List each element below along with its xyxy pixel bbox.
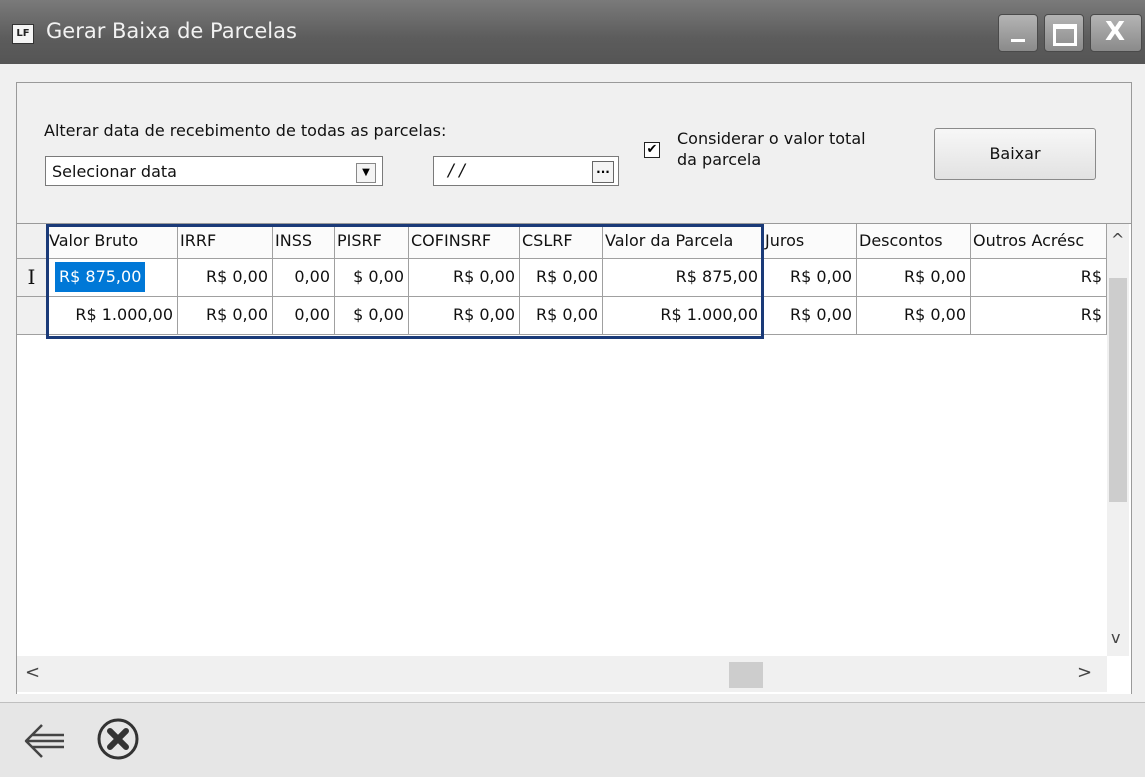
column-header[interactable]: IRRF	[178, 224, 273, 259]
close-icon: X	[1105, 17, 1126, 47]
column-header[interactable]: Juros	[763, 224, 857, 259]
table-cell[interactable]: R$ 1.000,00	[47, 297, 178, 335]
date-input-value: / /	[448, 161, 465, 181]
scroll-up-icon[interactable]: ^	[1111, 230, 1124, 249]
row-marker[interactable]: I	[17, 259, 47, 297]
table-cell[interactable]: R$ 0,00	[409, 297, 520, 335]
back-arrow-icon[interactable]	[22, 721, 68, 761]
consider-total-checkbox[interactable]: ✔	[644, 142, 660, 158]
window: LF Gerar Baixa de Parcelas X Alterar dat…	[0, 0, 1145, 777]
scroll-left-icon[interactable]: <	[25, 662, 40, 683]
table-cell[interactable]: R$ 0,00	[178, 259, 273, 297]
column-header[interactable]: COFINSRF	[409, 224, 520, 259]
selected-cell-value[interactable]: R$ 875,00	[55, 262, 146, 292]
column-header[interactable]: Valor da Parcela	[603, 224, 763, 259]
bottom-toolbar	[0, 702, 1145, 777]
table-cell[interactable]: R$ 1.000,00	[603, 297, 763, 335]
column-header[interactable]: Outros Acrésc	[971, 224, 1107, 259]
minimize-icon	[1011, 39, 1025, 42]
table-cell[interactable]: $ 0,00	[335, 259, 409, 297]
maximize-button[interactable]	[1044, 14, 1084, 52]
table-cell[interactable]: R$ 0,00	[857, 297, 971, 335]
cancel-circle-icon[interactable]	[96, 717, 140, 761]
table-cell[interactable]: R$ 0,00	[178, 297, 273, 335]
window-title: Gerar Baixa de Parcelas	[46, 19, 297, 43]
table-cell[interactable]: R$ 0,00	[520, 297, 603, 335]
row-header-corner	[17, 224, 47, 259]
table-cell[interactable]: R$ 0,00	[763, 297, 857, 335]
installments-grid: Valor Bruto IRRF INSS PISRF COFINSRF CSL…	[17, 223, 1131, 694]
table-cell[interactable]: R$ 0,00	[857, 259, 971, 297]
title-bar[interactable]: LF Gerar Baixa de Parcelas X	[0, 0, 1145, 64]
chevron-down-icon[interactable]: ▼	[356, 163, 376, 183]
table-cell[interactable]: $ 0,00	[335, 297, 409, 335]
vertical-scroll-thumb[interactable]	[1109, 278, 1127, 502]
column-header[interactable]: Valor Bruto	[47, 224, 178, 259]
table-cell[interactable]: R$ 875,00	[47, 259, 178, 297]
scroll-down-icon[interactable]: v	[1111, 628, 1120, 647]
horizontal-scrollbar[interactable]: < >	[17, 656, 1107, 692]
baixar-button[interactable]: Baixar	[934, 128, 1096, 180]
close-button[interactable]: X	[1090, 14, 1142, 52]
date-select[interactable]: Selecionar data ▼	[45, 156, 383, 186]
column-header[interactable]: PISRF	[335, 224, 409, 259]
table-cell[interactable]: R$ 875,00	[603, 259, 763, 297]
date-select-value: Selecionar data	[52, 162, 177, 181]
options-section: Alterar data de recebimento de todas as …	[17, 83, 1131, 223]
table-cell[interactable]: 0,00	[273, 297, 335, 335]
scroll-right-icon[interactable]: >	[1077, 662, 1092, 683]
table-cell[interactable]: R$ 0,00	[520, 259, 603, 297]
minimize-button[interactable]	[998, 14, 1038, 52]
table-cell[interactable]: R$	[971, 297, 1107, 335]
main-panel: Alterar data de recebimento de todas as …	[16, 82, 1132, 694]
alter-date-label: Alterar data de recebimento de todas as …	[44, 121, 447, 140]
date-picker-button[interactable]: ...	[592, 161, 614, 183]
app-icon: LF	[12, 24, 34, 44]
column-header[interactable]: Descontos	[857, 224, 971, 259]
table-cell[interactable]: 0,00	[273, 259, 335, 297]
vertical-scrollbar[interactable]: ^ v	[1107, 224, 1129, 656]
row-marker[interactable]	[17, 297, 47, 335]
table-cell[interactable]: R$ 0,00	[409, 259, 520, 297]
date-input[interactable]: / / ...	[433, 156, 619, 186]
table-cell[interactable]: R$ 0,00	[763, 259, 857, 297]
column-header[interactable]: INSS	[273, 224, 335, 259]
table-cell[interactable]: R$	[971, 259, 1107, 297]
horizontal-scroll-thumb[interactable]	[729, 662, 763, 688]
maximize-icon	[1053, 24, 1077, 46]
column-header[interactable]: CSLRF	[520, 224, 603, 259]
consider-total-label: Considerar o valor total da parcela	[677, 129, 866, 169]
